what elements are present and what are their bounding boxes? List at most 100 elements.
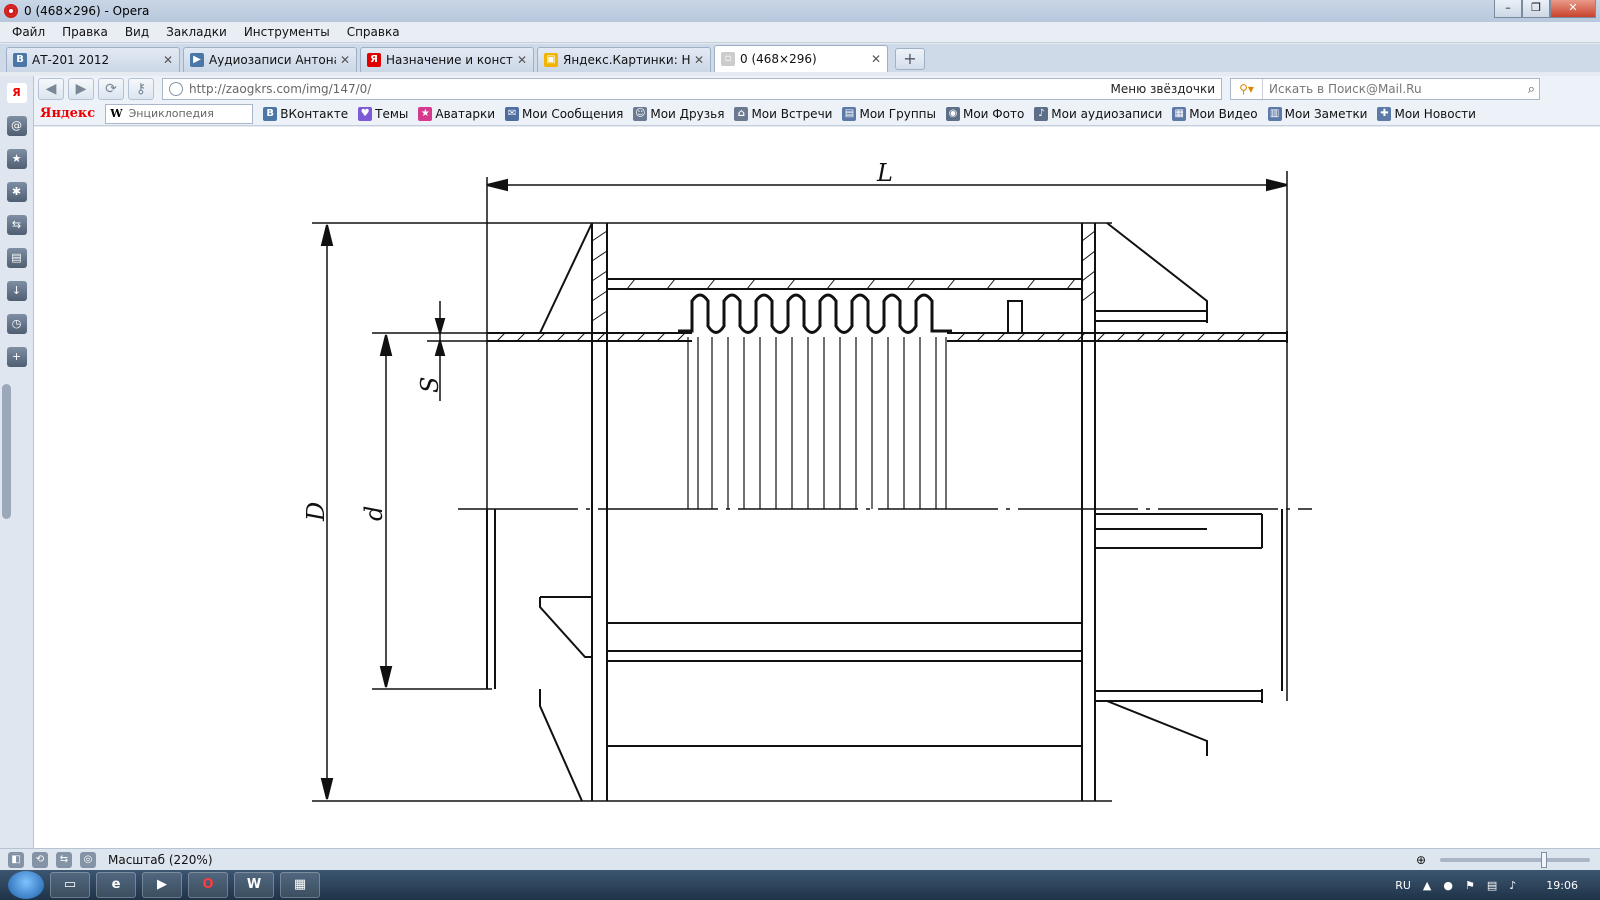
tray-expand-icon[interactable]: ▲ [1423,879,1431,892]
back-button[interactable]: ◀ [38,78,64,100]
flag-tray-icon[interactable]: ⚑ [1465,879,1475,892]
bookmark-label: Мои Заметки [1284,106,1368,121]
unite-panel-icon[interactable]: ⇆ [6,215,27,235]
bookmark-item[interactable]: ◉ Мои Фото [945,106,1025,121]
bookmark-label: Мои Фото [962,106,1025,121]
tab-close-icon[interactable]: ✕ [340,53,350,67]
bookmark-item[interactable]: ▦ Мои Видео [1172,106,1258,121]
mail-panel-icon[interactable]: @ [6,116,27,136]
explorer-taskbar-icon[interactable]: ▭ [50,872,90,898]
side-panel: Я @ ★ ✱ ⇆ ▤ ↓ ◷ + [0,76,34,848]
bookmark-item[interactable]: ✉ Мои Сообщения [505,106,624,121]
bookmark-label: Мои Сообщения [522,106,624,121]
bookmark-item[interactable]: ♪ Мои аудиозаписи [1034,106,1163,121]
bookmarks-bar: Яндекс W Энциклопедия B ВКонтакте ♥ Темы ★ Ав… [34,102,1600,126]
bookmark-item[interactable]: ⌂ Мои Встречи [734,106,833,121]
inner-diameter-label: d [360,506,388,521]
panel-toggle-icon[interactable]: ◧ [8,851,24,868]
media-player-taskbar-icon[interactable]: ▶ [142,872,182,898]
start-button[interactable] [8,871,44,899]
encyclopedia-search-field[interactable]: W Энциклопедия [105,103,254,124]
system-tray: RU ▲ ● ⚑ ▤ ♪ 19:06 [1383,879,1592,892]
add-panel-icon[interactable]: + [6,347,27,367]
bookmark-item[interactable]: ★ Аватарки [418,106,495,121]
length-label: L [876,161,893,187]
bookmarks-menu-label[interactable]: Меню звёздочки [1111,82,1216,96]
bookmarks-panel-icon[interactable]: ★ [6,149,27,169]
minimize-button[interactable]: – [1494,0,1522,18]
menu-help[interactable]: Справка [347,25,400,39]
tab-label: 0 (468×296) [740,52,817,66]
bookmark-label: Темы [375,106,409,121]
browser-tab[interactable]: Я Назначение и констр... ✕ [360,47,534,72]
browser-tab[interactable]: ▣ Яндекс.Картинки: Наз... ✕ [537,47,711,72]
technical-drawing: L D d S [302,161,1332,813]
zoom-level-text[interactable]: Масштаб (220%) [108,853,213,867]
utorrent-tray-icon[interactable]: ● [1443,879,1453,892]
menu-edit[interactable]: Правка [62,25,108,39]
maximize-button[interactable]: ❐ [1522,0,1550,18]
key-icon[interactable]: ⚷ [128,78,154,100]
tab-bar: B АТ-201 2012 ✕ ▶ Аудиозаписи Антона ... ✕ Я На… [0,44,1600,72]
new-tab-button[interactable]: + [895,48,925,70]
yandex-icon: Я [367,53,381,67]
menu-file[interactable]: Файл [12,25,45,39]
network-tray-icon[interactable]: ▤ [1487,879,1497,892]
wikipedia-icon: W [110,107,123,120]
spreadsheet-taskbar-icon[interactable]: ▦ [280,872,320,898]
address-field[interactable]: http://zaogkrs.com/img/147/0/ Меню звёзд… [162,78,1222,100]
bookmark-item[interactable]: ▥ Мои Заметки [1267,106,1368,121]
zoom-icon[interactable]: ⊕ [1416,853,1426,867]
menu-bookmarks[interactable]: Закладки [166,25,227,39]
bookmark-item[interactable]: ☺ Мои Друзья [633,106,725,121]
tab-close-icon[interactable]: ✕ [871,52,881,66]
tab-close-icon[interactable]: ✕ [517,53,527,67]
page-content: L D d S [34,127,1600,848]
turbo-icon[interactable]: ◎ [80,851,96,868]
downloads-panel-icon[interactable]: ↓ [6,281,27,301]
notes-panel-icon[interactable]: ▤ [6,248,27,268]
search-field[interactable]: ⚲▾ Искать в Поиск@Mail.Ru ⌕ [1230,78,1540,100]
browser-tab[interactable]: ▫ 0 (468×296) ✕ [714,45,888,72]
bookmark-label: Мои аудиозаписи [1051,106,1163,121]
yandex-logo[interactable]: Яндекс [40,106,95,121]
language-indicator[interactable]: RU [1395,879,1411,892]
search-placeholder[interactable]: Искать в Поиск@Mail.Ru [1269,82,1422,96]
menu-view[interactable]: Вид [125,25,149,39]
search-engine-icon[interactable]: ⚲▾ [1231,79,1263,99]
widgets-panel-icon[interactable]: ✱ [6,182,27,202]
history-panel-icon[interactable]: ◷ [6,314,27,334]
group-icon: ▤ [842,106,857,121]
envelope-icon: ✉ [505,106,520,121]
internet-explorer-taskbar-icon[interactable]: e [96,872,136,898]
zoom-slider-thumb[interactable] [1540,851,1547,868]
word-taskbar-icon[interactable]: W [234,872,274,898]
bookmark-label: ВКонтакте [280,106,349,121]
bookmark-item[interactable]: ♥ Темы [358,106,409,121]
url-text[interactable]: http://zaogkrs.com/img/147/0/ [189,82,371,96]
vk-icon: B [13,53,27,67]
forward-button[interactable]: ▶ [68,78,94,100]
opera-taskbar-icon[interactable]: O [188,872,228,898]
panel-toggle-handle[interactable] [2,384,11,519]
close-window-button[interactable]: ✕ [1550,0,1596,18]
bookmark-label: Мои Встречи [751,106,833,121]
browser-tab[interactable]: B АТ-201 2012 ✕ [6,47,180,72]
bookmark-item[interactable]: B ВКонтакте [263,106,349,121]
yandex-panel-icon[interactable]: Я [6,83,27,103]
bookmark-item[interactable]: ✚ Мои Новости [1377,106,1476,121]
yandex-images-icon: ▣ [544,53,558,67]
menu-tools[interactable]: Инструменты [244,25,330,39]
clock[interactable]: 19:06 [1546,879,1578,892]
bookmark-label: Мои Друзья [650,106,725,121]
search-icon[interactable]: ⌕ [1528,82,1535,97]
bookmark-item[interactable]: ▤ Мои Группы [842,106,936,121]
sync-icon[interactable]: ⟲ [32,851,48,868]
zoom-slider[interactable] [1440,851,1590,868]
tab-close-icon[interactable]: ✕ [694,53,704,67]
unite-icon[interactable]: ⇆ [56,851,72,868]
tab-close-icon[interactable]: ✕ [163,53,173,67]
reload-button[interactable]: ⟳ [98,78,124,100]
volume-tray-icon[interactable]: ♪ [1509,879,1516,892]
browser-tab[interactable]: ▶ Аудиозаписи Антона ... ✕ [183,47,357,72]
